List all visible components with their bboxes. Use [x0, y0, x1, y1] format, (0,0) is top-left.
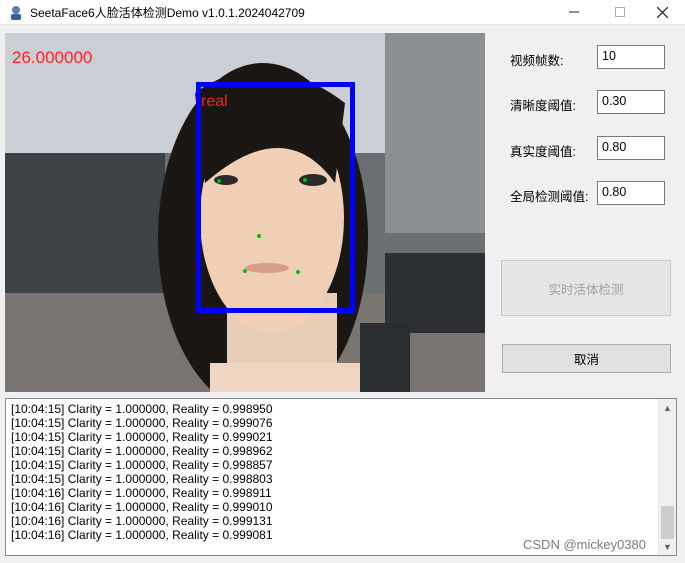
log-lines: [10:04:15] Clarity = 1.000000, Reality =…	[11, 402, 273, 542]
video-frames-input[interactable]: 10	[597, 45, 665, 69]
watermark: CSDN @mickey0380	[523, 537, 647, 552]
landmark-points	[217, 178, 307, 274]
close-button[interactable]	[639, 0, 685, 24]
title-bar: SeetaFace6人脸活体检测Demo v1.0.1.2024042709	[0, 0, 685, 25]
log-line: [10:04:16] Clarity = 1.000000, Reality =…	[11, 528, 273, 542]
log-scrollbar[interactable]: ▲ ▼	[658, 399, 676, 555]
scroll-down-arrow-icon[interactable]: ▼	[659, 538, 676, 555]
minimize-icon	[569, 11, 579, 13]
clarity-threshold-input[interactable]: 0.30	[597, 90, 665, 114]
video-frames-label: 视频帧数:	[510, 54, 564, 68]
log-line: [10:04:16] Clarity = 1.000000, Reality =…	[11, 500, 273, 514]
scrollbar-thumb[interactable]	[661, 506, 674, 539]
liveness-label: real	[201, 93, 228, 110]
close-icon	[656, 6, 668, 18]
log-line: [10:04:16] Clarity = 1.000000, Reality =…	[11, 486, 272, 500]
window-title: SeetaFace6人脸活体检测Demo v1.0.1.2024042709	[30, 6, 305, 20]
app-icon	[11, 6, 21, 20]
cancel-button[interactable]: 取消	[502, 344, 671, 373]
minimize-button[interactable]	[551, 0, 597, 24]
global-threshold-input[interactable]: 0.80	[597, 181, 665, 205]
maximize-icon	[615, 7, 625, 17]
fps-readout: 26.000000	[12, 48, 93, 67]
log-line: [10:04:16] Clarity = 1.000000, Reality =…	[11, 514, 273, 528]
scroll-up-arrow-icon[interactable]: ▲	[659, 399, 676, 416]
global-threshold-label: 全局检测阈值:	[510, 190, 589, 204]
reality-threshold-input[interactable]: 0.80	[597, 136, 665, 160]
reality-threshold-label: 真实度阈值:	[510, 145, 576, 159]
maximize-button[interactable]	[597, 0, 643, 24]
log-output[interactable]: [10:04:15] Clarity = 1.000000, Reality =…	[5, 398, 677, 556]
log-line: [10:04:15] Clarity = 1.000000, Reality =…	[11, 430, 273, 444]
log-line: [10:04:15] Clarity = 1.000000, Reality =…	[11, 472, 273, 486]
log-line: [10:04:15] Clarity = 1.000000, Reality =…	[11, 416, 273, 430]
live-detect-button[interactable]: 实时活体检测	[501, 260, 671, 316]
face-bounding-box	[196, 82, 355, 313]
clarity-threshold-label: 清晰度阈值:	[510, 99, 576, 113]
log-line: [10:04:15] Clarity = 1.000000, Reality =…	[11, 402, 273, 416]
log-line: [10:04:15] Clarity = 1.000000, Reality =…	[11, 444, 273, 458]
log-line: [10:04:15] Clarity = 1.000000, Reality =…	[11, 458, 273, 472]
